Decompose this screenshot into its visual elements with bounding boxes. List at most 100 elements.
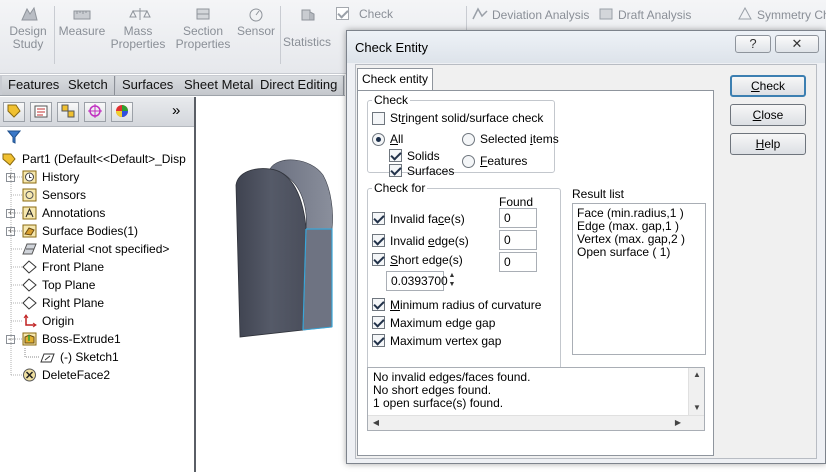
configuration-icon xyxy=(61,104,75,118)
check-entity-tab-page: Check Stringent solid/surface check All … xyxy=(357,90,714,456)
tab-direct-editing[interactable]: Direct Editing xyxy=(254,76,345,95)
statistics-button[interactable]: Statistics xyxy=(283,6,331,49)
surface-bodies-icon xyxy=(22,224,37,238)
scale-icon xyxy=(129,8,151,20)
history-icon xyxy=(22,170,37,184)
short-edges-label: Short edge(s) xyxy=(390,253,463,267)
invalid-faces-checkbox[interactable] xyxy=(372,212,385,225)
tree-item-label: Material <not specified> xyxy=(42,242,170,256)
section-properties-icon xyxy=(196,8,210,20)
solids-label: Solids xyxy=(407,149,440,163)
scroll-left-icon[interactable]: ◀ xyxy=(368,416,384,430)
help-button[interactable]: Help xyxy=(730,133,806,155)
scroll-right-icon[interactable]: ▶ xyxy=(670,416,686,430)
min-radius-checkbox[interactable] xyxy=(372,298,385,311)
spin-up-icon[interactable]: ▲ xyxy=(446,271,458,280)
filter-icon[interactable] xyxy=(7,130,21,144)
solids-checkbox[interactable] xyxy=(389,149,402,162)
tab-sheet-metal[interactable]: Sheet Metal xyxy=(178,76,261,95)
help-titlebar-button[interactable]: ? xyxy=(735,35,771,53)
color-wheel-icon xyxy=(116,105,128,117)
close-icon: ✕ xyxy=(791,36,803,51)
symmetry-check-icon xyxy=(738,6,752,20)
feature-manager-tree: » Part1 (Default<<Default>_Disp + Histor… xyxy=(0,97,196,472)
design-study-label: Design Study xyxy=(9,24,47,51)
check-icon xyxy=(336,7,349,20)
invalid-edges-checkbox[interactable] xyxy=(372,234,385,247)
more-tabs-button[interactable]: » xyxy=(172,102,180,120)
invalid-faces-found: 0 xyxy=(499,208,537,228)
measure-button[interactable]: Measure xyxy=(58,6,106,38)
section-properties-button[interactable]: Section Properties xyxy=(174,6,232,51)
design-study-button[interactable]: Design Study xyxy=(8,6,50,51)
check-command[interactable]: Check xyxy=(336,7,393,21)
property-manager-tab[interactable] xyxy=(30,102,52,122)
max-vertex-gap-checkbox[interactable] xyxy=(372,334,385,347)
tree-item-label: (-) Sketch1 xyxy=(60,350,119,364)
close-button[interactable]: Close xyxy=(730,104,806,126)
tab-surfaces[interactable]: Surfaces xyxy=(116,76,181,95)
surfaces-checkbox[interactable] xyxy=(389,164,402,177)
sensor-button[interactable]: Sensor xyxy=(236,6,276,38)
extrude-icon xyxy=(22,332,37,346)
tab-features[interactable]: Features xyxy=(2,76,67,95)
max-edge-gap-checkbox[interactable] xyxy=(372,316,385,329)
feature-tree-icon xyxy=(7,104,21,118)
all-radio[interactable] xyxy=(372,133,385,146)
dialog-titlebar[interactable]: Check Entity ? ✕ xyxy=(347,31,825,63)
sensor-label: Sensor xyxy=(236,24,276,38)
statistics-icon xyxy=(301,9,315,21)
part-model[interactable] xyxy=(198,97,348,472)
dimxpert-manager-tab[interactable] xyxy=(84,102,106,122)
result-item[interactable]: Open surface ( 1) xyxy=(577,246,701,259)
mass-properties-label: Mass Properties xyxy=(110,24,166,51)
tree-item-label: Part1 (Default<<Default>_Disp xyxy=(22,152,186,166)
draft-analysis-command[interactable]: Draft Analysis xyxy=(598,7,691,22)
check-entity-dialog: Check Entity ? ✕ Check entity Check Stri… xyxy=(346,30,826,464)
vertical-scrollbar[interactable]: ▲ ▼ xyxy=(688,368,704,415)
display-manager-tab[interactable] xyxy=(111,102,133,122)
ribbon-separator xyxy=(54,6,55,64)
property-manager-icon xyxy=(34,105,48,118)
scroll-up-icon[interactable]: ▲ xyxy=(689,368,705,382)
messages-box[interactable]: No invalid edges/faces found. No short e… xyxy=(367,367,705,431)
check-group-legend: Check xyxy=(374,93,409,107)
scroll-down-icon[interactable]: ▼ xyxy=(689,401,705,415)
tab-check-entity[interactable]: Check entity xyxy=(357,68,433,91)
horizontal-scrollbar[interactable]: ◀ ▶ xyxy=(368,415,704,430)
tree-item-label: Origin xyxy=(42,314,75,328)
max-edge-gap-label: Maximum edge gap xyxy=(390,316,496,330)
check-for-legend: Check for xyxy=(374,181,426,195)
result-list[interactable]: Face (min.radius,1 ) Edge (max. gap,1 ) … xyxy=(572,203,706,355)
invalid-faces-label: Invalid face(s) xyxy=(390,212,465,226)
features-radio[interactable] xyxy=(462,155,475,168)
feature-manager-tab[interactable] xyxy=(3,102,25,122)
close-titlebar-button[interactable]: ✕ xyxy=(775,35,819,53)
deviation-analysis-label: Deviation Analysis xyxy=(492,8,590,22)
short-edges-checkbox[interactable] xyxy=(372,253,385,266)
found-header: Found xyxy=(499,195,534,209)
deviation-analysis-command[interactable]: Deviation Analysis xyxy=(472,7,589,22)
mass-properties-button[interactable]: Mass Properties xyxy=(110,6,170,51)
short-edge-length-input[interactable]: 0.0393700 xyxy=(386,271,448,291)
short-edge-length-spinner[interactable]: ▲ ▼ xyxy=(446,271,458,291)
tab-sketch[interactable]: Sketch xyxy=(62,76,115,95)
annotation-icon xyxy=(22,206,37,220)
measure-label: Measure xyxy=(58,24,106,38)
tree-root-part[interactable]: Part1 (Default<<Default>_Disp xyxy=(0,150,194,168)
check-button[interactable]: Check xyxy=(730,75,806,97)
stringent-check-checkbox[interactable] xyxy=(372,112,385,125)
tree-item-label: DeleteFace2 xyxy=(42,368,111,382)
deviation-analysis-icon xyxy=(472,7,488,20)
spin-down-icon[interactable]: ▼ xyxy=(446,280,458,289)
section-properties-label: Section Properties xyxy=(175,24,231,51)
selected-items-radio[interactable] xyxy=(462,133,475,146)
tree-item-label: Front Plane xyxy=(42,260,105,274)
sketch-icon xyxy=(40,353,55,363)
graphics-area[interactable] xyxy=(198,97,348,472)
symmetry-check-label: Symmetry Ch xyxy=(757,8,826,22)
configuration-manager-tab[interactable] xyxy=(57,102,79,122)
part-icon xyxy=(2,153,16,166)
help-icon: ? xyxy=(749,36,757,51)
symmetry-check-command[interactable]: Symmetry Ch xyxy=(737,6,826,22)
